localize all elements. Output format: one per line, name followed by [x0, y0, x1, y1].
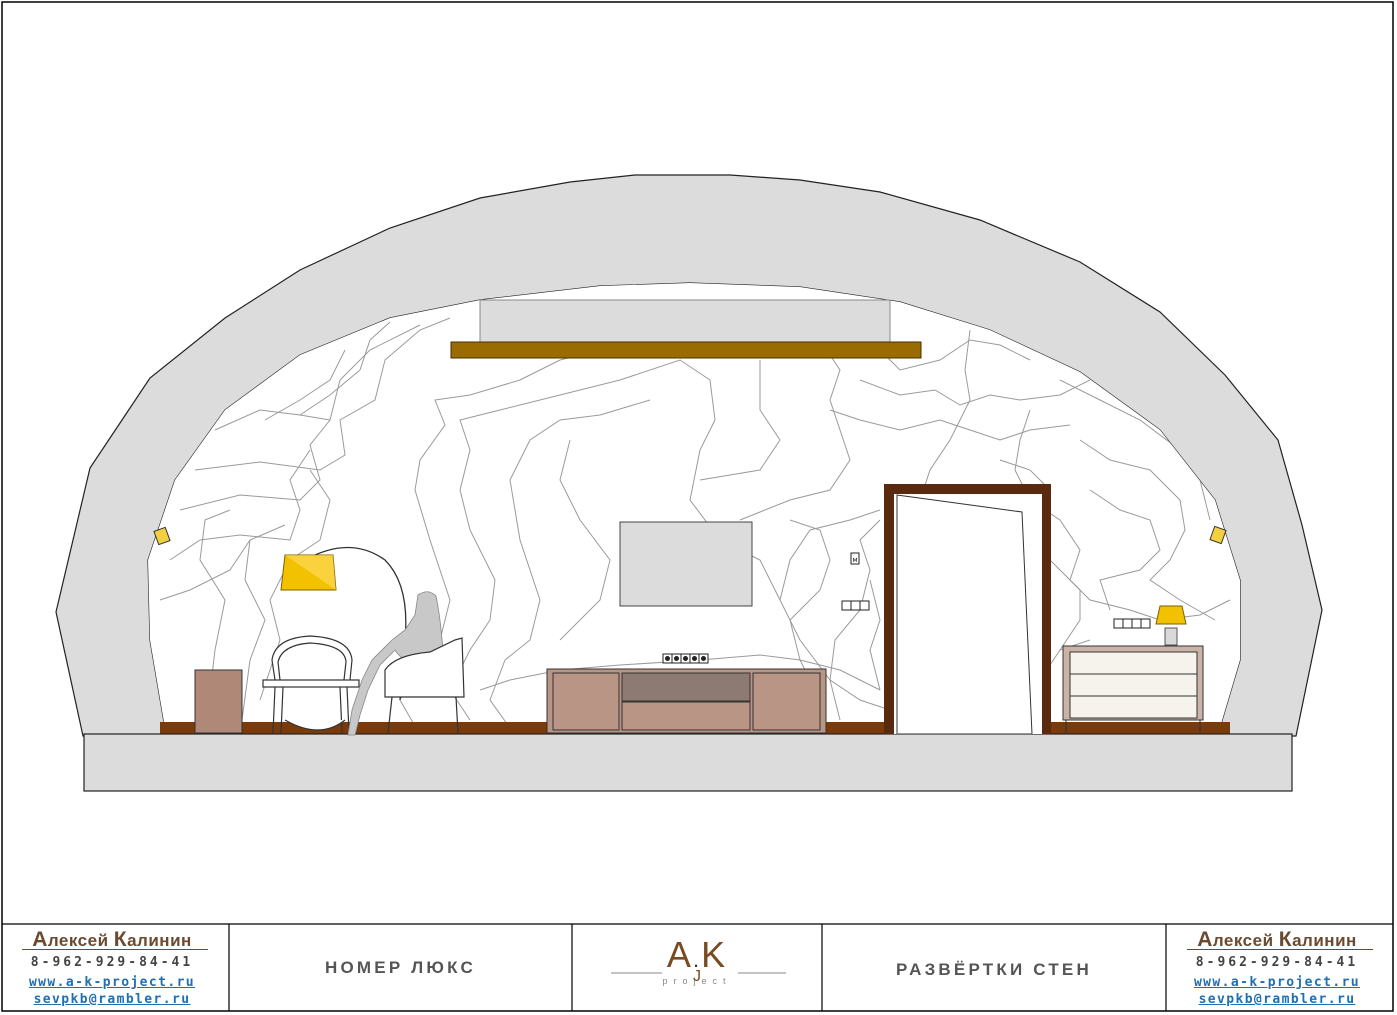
sheet-name: РАЗВЁРТКИ СТЕН: [896, 960, 1092, 979]
author-last-name: алинин: [1292, 931, 1357, 950]
side-cabinet: [194, 669, 243, 734]
title-block-project: НОМЕР ЛЮКС: [229, 924, 572, 1013]
author-first-name: лексей: [1212, 931, 1279, 950]
floor-slab: [83, 733, 1293, 792]
light-switch: м: [850, 552, 860, 565]
tv-unit: [546, 668, 827, 734]
door: [884, 484, 1051, 735]
socket-row-door: [841, 600, 870, 611]
logo-letter-a: A: [666, 934, 693, 975]
author-initial: А: [32, 928, 48, 951]
author-first-name: лексей: [47, 931, 114, 950]
author-last-name: алинин: [127, 931, 192, 950]
author-initial: К: [1278, 928, 1293, 951]
ceiling-beam: [450, 341, 922, 359]
title-block-sheet: РАЗВЁРТКИ СТЕН: [822, 924, 1166, 1013]
author-initial: А: [1197, 928, 1213, 951]
website-link-right[interactable]: www.a-k-project.ru: [1177, 975, 1377, 990]
logo-letter-k: K: [701, 934, 728, 975]
title-block-author-left: Алексей Калинин 8-962-929-84-41 www.a-k-…: [12, 924, 218, 1013]
phone-right: 8-962-929-84-41: [1195, 955, 1359, 970]
title-block-logo: A.K project J: [572, 924, 822, 1013]
socket-row-dresser: [1113, 618, 1151, 629]
ceiling-soffit: [479, 299, 891, 343]
title-block-author-right: Алексей Калинин 8-962-929-84-41 www.a-k-…: [1177, 924, 1383, 1013]
email-link-right[interactable]: sevpkb@rambler.ru: [1177, 992, 1377, 1007]
tv-panel: [619, 521, 753, 607]
email-link-left[interactable]: sevpkb@rambler.ru: [12, 992, 212, 1007]
drawing-sheet: м: [1, 1, 1394, 1012]
phone-left: 8-962-929-84-41: [30, 955, 194, 970]
website-link-left[interactable]: www.a-k-project.ru: [12, 975, 212, 990]
svg-text:м: м: [852, 556, 857, 564]
dresser: [1062, 645, 1204, 733]
author-underline: [22, 949, 208, 950]
socket-row-tv: [662, 653, 709, 664]
project-name: НОМЕР ЛЮКС: [325, 958, 476, 977]
author-initial: К: [113, 928, 128, 951]
logo-j: J: [693, 968, 701, 985]
author-underline: [1187, 949, 1373, 950]
